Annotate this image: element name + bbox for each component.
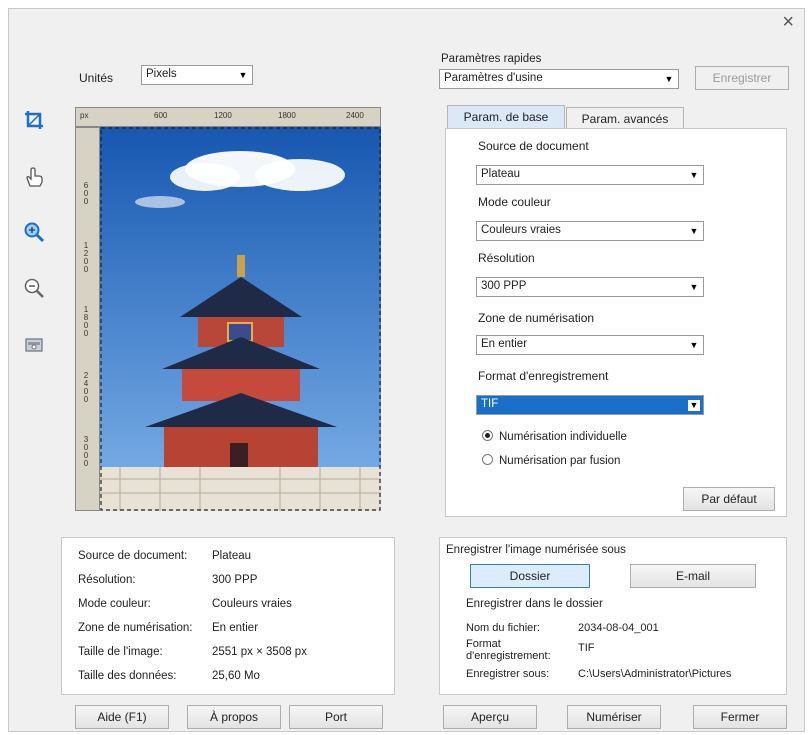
filename-value: 2034-08-04_001 [578,622,659,634]
info-value: En entier [212,622,259,634]
help-button[interactable]: Aide (F1) [75,705,169,729]
ruler-tick: 1200 [214,111,232,120]
crop-icon[interactable] [23,109,45,131]
save-path-label: Enregistrer sous: [466,668,550,680]
format-label: Format d'enregistrement: [466,638,551,662]
source-select[interactable]: Plateau ▼ [476,165,704,185]
save-settings-button[interactable]: Enregistrer [695,66,789,90]
port-button[interactable]: Port [289,705,383,729]
chevron-down-icon: ▼ [689,170,699,180]
info-label: Mode couleur: [78,598,151,610]
scanner-dialog: × Unités Pixels ▼ px 600 1200 1800 2400 … [8,8,805,732]
scan-zone-label: Zone de numérisation [478,311,595,325]
horizontal-ruler: px 600 1200 1800 2400 [75,107,381,127]
info-value: Couleurs vraies [212,598,292,610]
resolution-value: 300 PPP [481,280,527,292]
chevron-down-icon: ▼ [664,74,674,84]
radio-unselected-icon [482,454,493,465]
info-label: Taille de l'image: [78,646,163,658]
ruler-tick: 1800 [278,111,296,120]
info-label: Source de document: [78,550,188,562]
units-select[interactable]: Pixels ▼ [141,65,253,85]
ruler-tick: 2400 [346,111,364,120]
radio-single-scan[interactable]: Numérisation individuelle [482,430,627,443]
info-value: 300 PPP [212,574,258,586]
ruler-unit: px [80,111,89,120]
email-button[interactable]: E-mail [630,564,756,588]
resolution-label: Résolution [478,251,535,265]
basic-settings-panel: Source de document Plateau ▼ Mode couleu… [445,128,787,517]
ruler-tick: 600 [154,111,168,120]
color-mode-value: Couleurs vraies [481,224,561,236]
filename-label: Nom du fichier: [466,622,540,634]
source-value: Plateau [481,168,521,180]
save-in-folder-label: Enregistrer dans le dossier [466,598,603,610]
scanner-icon[interactable] [23,333,45,355]
close-button[interactable]: Fermer [693,705,787,729]
save-panel: Enregistrer l'image numérisée sous Dossi… [439,537,787,695]
quick-settings-select[interactable]: Paramètres d'usine ▼ [439,69,679,89]
info-label: Zone de numérisation: [78,622,193,634]
folder-button[interactable]: Dossier [470,564,590,588]
resolution-select[interactable]: 300 PPP ▼ [476,277,704,297]
zoom-in-icon[interactable] [23,221,45,243]
scan-zone-value: En entier [481,338,528,350]
default-button[interactable]: Par défaut [683,487,775,511]
color-mode-select[interactable]: Couleurs vraies ▼ [476,221,704,241]
scan-preview-image[interactable] [100,127,381,511]
chevron-down-icon: ▼ [689,340,699,350]
preview-button[interactable]: Aperçu [443,705,537,729]
scan-info-panel: Source de document: Plateau Résolution: … [61,537,395,695]
units-label: Unités [79,71,114,85]
hand-pan-icon[interactable] [23,166,45,188]
units-value: Pixels [146,68,177,80]
info-value: 25,60 Mo [212,670,260,682]
info-value: 2551 px × 3508 px [212,646,307,658]
tab-basic[interactable]: Param. de base [447,105,565,129]
radio-merge-label: Numérisation par fusion [499,455,621,467]
info-value: Plateau [212,550,252,562]
vertical-ruler: 600 1200 1800 2400 3000 [75,127,100,511]
about-button[interactable]: À propos [187,705,281,729]
save-path-value: C:\Users\Administrator\Pictures [578,668,732,680]
color-mode-label: Mode couleur [478,195,551,209]
quick-settings-value: Paramètres d'usine [444,72,543,84]
info-label: Résolution: [78,574,136,586]
chevron-down-icon: ▼ [689,226,699,236]
scan-zone-select[interactable]: En entier ▼ [476,335,704,355]
tab-advanced[interactable]: Param. avancés [566,107,684,129]
radio-selected-icon [482,430,493,441]
chevron-down-icon: ▼ [688,400,700,411]
radio-merge-scan[interactable]: Numérisation par fusion [482,454,620,467]
format-value: TIF [578,642,595,654]
save-panel-title: Enregistrer l'image numérisée sous [446,544,626,556]
source-label: Source de document [478,139,589,153]
info-label: Taille des données: [78,670,177,682]
save-format-value: TIF [481,398,499,410]
scan-button[interactable]: Numériser [567,705,661,729]
quick-settings-label: Paramètres rapides [441,53,542,65]
chevron-down-icon: ▼ [689,282,699,292]
close-icon[interactable]: × [782,11,794,34]
save-format-label: Format d'enregistrement [478,369,609,383]
chevron-down-icon: ▼ [238,70,248,80]
radio-single-label: Numérisation individuelle [499,431,627,443]
save-format-select[interactable]: TIF ▼ [476,395,704,415]
zoom-out-icon[interactable] [23,277,45,299]
